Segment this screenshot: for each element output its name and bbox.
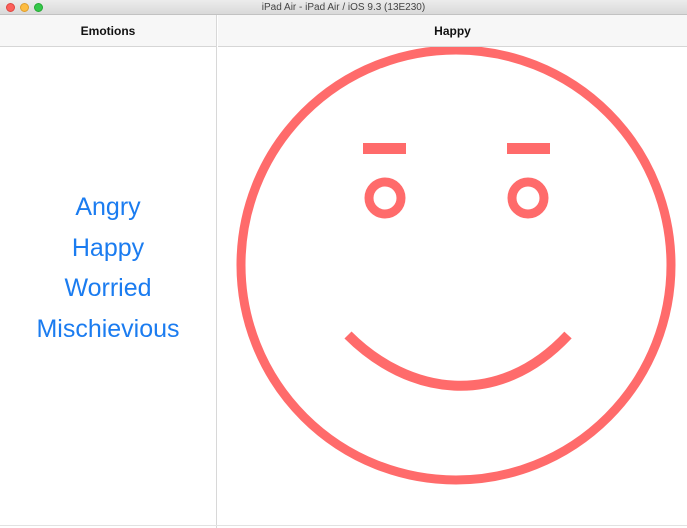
face-outline (236, 45, 676, 485)
left-eye (364, 177, 406, 219)
emotion-button-happy[interactable]: Happy (0, 228, 216, 269)
detail-pane: Happy (218, 15, 687, 528)
face-view (236, 45, 676, 485)
left-eyebrow (363, 143, 406, 154)
right-eye (507, 177, 549, 219)
detail-navigation-bar: Happy (218, 15, 687, 47)
emotion-button-angry[interactable]: Angry (0, 187, 216, 228)
window-titlebar: iPad Air - iPad Air / iOS 9.3 (13E230) (0, 0, 687, 15)
right-eyebrow (507, 143, 550, 154)
emotion-button-mischievious[interactable]: Mischievious (0, 309, 216, 350)
master-pane: Emotions Angry Happy Worried Mischieviou… (0, 15, 217, 528)
detail-nav-title: Happy (434, 24, 471, 38)
master-navigation-bar: Emotions (0, 15, 216, 47)
mouth (344, 331, 572, 391)
master-nav-title: Emotions (80, 24, 136, 38)
window-bottom-border (0, 525, 687, 526)
window-title: iPad Air - iPad Air / iOS 9.3 (13E230) (261, 2, 426, 13)
emotion-button-worried[interactable]: Worried (0, 268, 216, 309)
emotions-list: Angry Happy Worried Mischievious (0, 187, 216, 350)
